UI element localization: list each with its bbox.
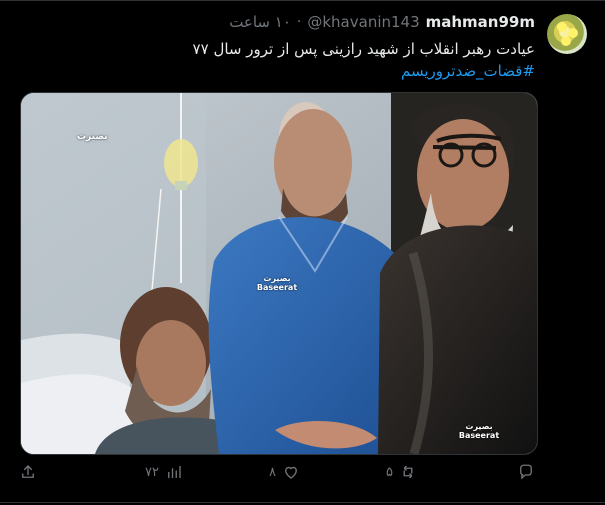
user-handle[interactable]: @khavanin143 <box>307 13 419 31</box>
reply-button[interactable] <box>511 463 535 481</box>
watermark-middle: بصیرت Baseerat <box>256 274 298 292</box>
watermark-top: بصیرت <box>77 132 108 142</box>
tweet-media[interactable]: بصیرت بصیرت Baseerat بصیرت Baseerat <box>20 92 538 455</box>
chart-icon <box>168 466 181 478</box>
tweet-text: عیادت رهبر انقلاب از شهید رازینی پس از ت… <box>65 38 535 82</box>
watermark-bottom: بصیرت Baseerat <box>458 422 500 440</box>
like-count: ۸ <box>269 464 276 480</box>
avatar-flower-petal <box>557 22 567 32</box>
retweet-count: ۵ <box>386 464 393 480</box>
hashtag-link[interactable]: #قضات_ضدتروریسم <box>65 60 535 82</box>
retweet-icon <box>403 465 413 479</box>
retweet-button[interactable]: ۵ <box>386 463 417 481</box>
share-icon <box>22 465 34 478</box>
timestamp[interactable]: ۱۰ ساعت <box>229 13 291 31</box>
tweet-actions: ۵ ۸ ۷۲ <box>0 463 605 487</box>
views-button[interactable]: ۷۲ <box>145 463 183 481</box>
avatar-flower-petal <box>561 36 571 46</box>
tweet[interactable]: mahman99m @khavanin143 · ۱۰ ساعت عیادت ر… <box>0 0 605 505</box>
tweet-header: mahman99m @khavanin143 · ۱۰ ساعت <box>229 13 535 31</box>
share-button[interactable] <box>19 463 37 481</box>
heart-icon <box>285 466 297 479</box>
views-count: ۷۲ <box>145 464 159 480</box>
like-button[interactable]: ۸ <box>269 463 300 481</box>
tweet-text-line: عیادت رهبر انقلاب از شهید رازینی پس از ت… <box>192 40 535 58</box>
bottom-divider <box>0 502 605 503</box>
avatar[interactable] <box>547 14 587 54</box>
separator-dot: · <box>296 14 302 30</box>
comment-icon <box>520 464 532 480</box>
display-name[interactable]: mahman99m <box>426 13 535 31</box>
